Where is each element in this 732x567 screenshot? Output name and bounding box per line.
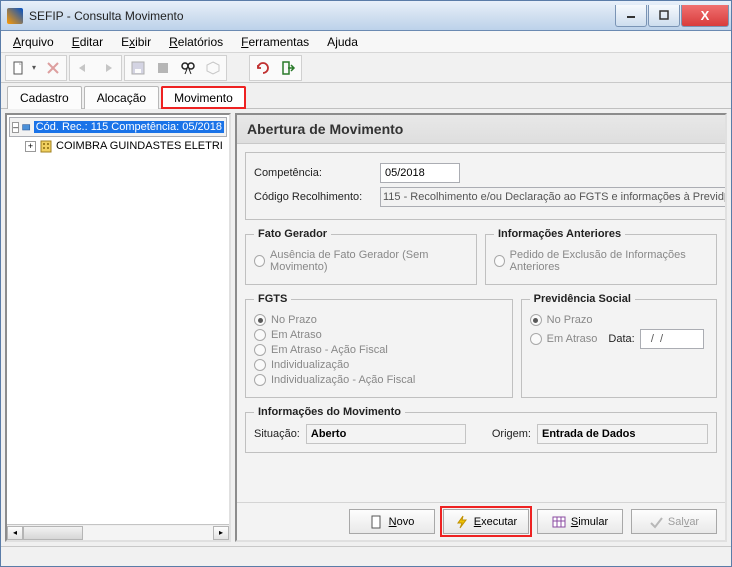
simular-button[interactable]: Simular bbox=[537, 509, 623, 534]
competencia-input[interactable] bbox=[380, 163, 460, 183]
menu-arquivo[interactable]: Arquivo bbox=[5, 32, 62, 52]
tree-item-empresa[interactable]: + COIMBRA GUINDASTES ELETRI bbox=[9, 137, 227, 155]
tool-save bbox=[126, 57, 150, 79]
folder-icon bbox=[22, 120, 30, 134]
radio-fgts-indiv: Individualização bbox=[254, 359, 504, 371]
menu-relatorios[interactable]: Relatórios bbox=[161, 32, 231, 52]
origem-value: Entrada de Dados bbox=[537, 424, 708, 444]
info-ant-legend: Informações Anteriores bbox=[494, 228, 625, 240]
collapse-icon[interactable]: – bbox=[12, 122, 19, 133]
fieldset-fato-gerador: Fato Gerador Ausência de Fato Gerador (S… bbox=[245, 228, 477, 285]
menu-editar[interactable]: Editar bbox=[64, 32, 111, 52]
menu-ferramentas[interactable]: Ferramentas bbox=[233, 32, 317, 52]
toolbar: ▾ bbox=[1, 53, 731, 83]
document-icon bbox=[370, 515, 384, 529]
radio-fgts-atraso: Em Atraso bbox=[254, 329, 504, 341]
scroll-left-button[interactable]: ◂ bbox=[7, 526, 23, 540]
tab-movimento[interactable]: Movimento bbox=[161, 86, 246, 109]
tab-row: Cadastro Alocação Movimento bbox=[1, 83, 731, 108]
fieldset-previdencia: Previdência Social No Prazo Em Atraso Da… bbox=[521, 293, 717, 398]
maximize-button[interactable] bbox=[648, 5, 680, 27]
fgts-legend: FGTS bbox=[254, 293, 291, 305]
tool-refresh[interactable] bbox=[251, 57, 275, 79]
fieldset-fgts: FGTS No Prazo Em Atraso Em Atraso - Ação… bbox=[245, 293, 513, 398]
tool-new-drop[interactable]: ▾ bbox=[32, 63, 40, 72]
form-title: Abertura de Movimento bbox=[237, 115, 725, 144]
tool-new[interactable] bbox=[7, 57, 31, 79]
fieldset-info-anteriores: Informações Anteriores Pedido de Exclusã… bbox=[485, 228, 717, 285]
radio-fato-ausencia: Ausência de Fato Gerador (Sem Movimento) bbox=[254, 249, 468, 273]
tab-alocacao[interactable]: Alocação bbox=[84, 86, 159, 109]
app-icon bbox=[7, 8, 23, 24]
radio-fgts-atraso-fiscal: Em Atraso - Ação Fiscal bbox=[254, 344, 504, 356]
tree-root-label: Cód. Rec.: 115 Competência: 05/2018 bbox=[34, 121, 224, 133]
tool-find[interactable] bbox=[176, 57, 200, 79]
close-button[interactable]: X bbox=[681, 5, 729, 27]
check-icon bbox=[649, 515, 663, 529]
fieldset-info-movimento: Informações do Movimento Situação: Abert… bbox=[245, 406, 717, 453]
novo-button[interactable]: Novo bbox=[349, 509, 435, 534]
menubar: Arquivo Editar Exibir Relatórios Ferrame… bbox=[1, 31, 731, 53]
menu-ajuda[interactable]: Ajuda bbox=[319, 32, 366, 52]
executar-button[interactable]: Executar bbox=[443, 509, 529, 534]
info-mov-legend: Informações do Movimento bbox=[254, 406, 405, 418]
tool-redo bbox=[96, 57, 120, 79]
prev-legend: Previdência Social bbox=[530, 293, 635, 305]
form-panel: Abertura de Movimento Competência: Códig… bbox=[235, 113, 727, 542]
chevron-down-icon: ▼ bbox=[724, 193, 725, 202]
window-controls: X bbox=[614, 5, 729, 27]
tree-root-movimento[interactable]: – Cód. Rec.: 115 Competência: 05/2018 bbox=[9, 117, 227, 137]
statusbar bbox=[1, 546, 731, 566]
cod-recolhimento-label: Código Recolhimento: bbox=[254, 191, 374, 203]
tree-item-label: COIMBRA GUINDASTES ELETRI bbox=[56, 140, 223, 152]
situacao-label: Situação: bbox=[254, 428, 300, 440]
lightning-icon bbox=[455, 515, 469, 529]
situacao-value: Aberto bbox=[306, 424, 466, 444]
prev-data-label: Data: bbox=[608, 333, 634, 345]
scroll-right-button[interactable]: ▸ bbox=[213, 526, 229, 540]
radio-label: Ausência de Fato Gerador (Sem Movimento) bbox=[270, 249, 468, 273]
prev-data-input bbox=[640, 329, 704, 349]
cod-recolhimento-select[interactable]: 115 - Recolhimento e/ou Declaração ao FG… bbox=[380, 187, 725, 207]
salvar-button: Salvar bbox=[631, 509, 717, 534]
fato-gerador-legend: Fato Gerador bbox=[254, 228, 331, 240]
app-window: SEFIP - Consulta Movimento X Arquivo Edi… bbox=[0, 0, 732, 567]
radio-info-exclusao: Pedido de Exclusão de Informações Anteri… bbox=[494, 249, 708, 273]
titlebar: SEFIP - Consulta Movimento X bbox=[1, 1, 731, 31]
expand-icon[interactable]: + bbox=[25, 141, 36, 152]
competencia-label: Competência: bbox=[254, 167, 374, 179]
tool-cube bbox=[201, 57, 225, 79]
radio-fgts-indiv-fiscal: Individualização - Ação Fiscal bbox=[254, 374, 504, 386]
origem-label: Origem: bbox=[492, 428, 531, 440]
minimize-button[interactable] bbox=[615, 5, 647, 27]
tab-cadastro[interactable]: Cadastro bbox=[7, 86, 82, 109]
tool-undo bbox=[71, 57, 95, 79]
fieldset-cabecalho: Competência: Código Recolhimento: 115 - … bbox=[245, 152, 725, 220]
table-icon bbox=[552, 515, 566, 529]
close-icon: X bbox=[701, 8, 710, 23]
radio-prev-atraso: Em Atraso Data: bbox=[530, 329, 708, 349]
tool-exit[interactable] bbox=[276, 57, 300, 79]
tree-hscroll[interactable]: ◂ ▸ bbox=[7, 524, 229, 540]
cod-recolhimento-text: 115 - Recolhimento e/ou Declaração ao FG… bbox=[383, 191, 724, 203]
window-title: SEFIP - Consulta Movimento bbox=[29, 9, 614, 23]
radio-label: Pedido de Exclusão de Informações Anteri… bbox=[510, 249, 708, 273]
tree-panel[interactable]: – Cód. Rec.: 115 Competência: 05/2018 + … bbox=[5, 113, 231, 542]
radio-fgts-no-prazo: No Prazo bbox=[254, 314, 504, 326]
tool-stop bbox=[151, 57, 175, 79]
building-icon bbox=[39, 139, 53, 153]
tool-delete bbox=[41, 57, 65, 79]
menu-exibir[interactable]: Exibir bbox=[113, 32, 159, 52]
radio-prev-no-prazo: No Prazo bbox=[530, 314, 708, 326]
scroll-track[interactable] bbox=[23, 526, 213, 540]
scroll-thumb[interactable] bbox=[23, 526, 83, 540]
button-bar: Novo Executar Simular Salvar bbox=[237, 502, 725, 540]
